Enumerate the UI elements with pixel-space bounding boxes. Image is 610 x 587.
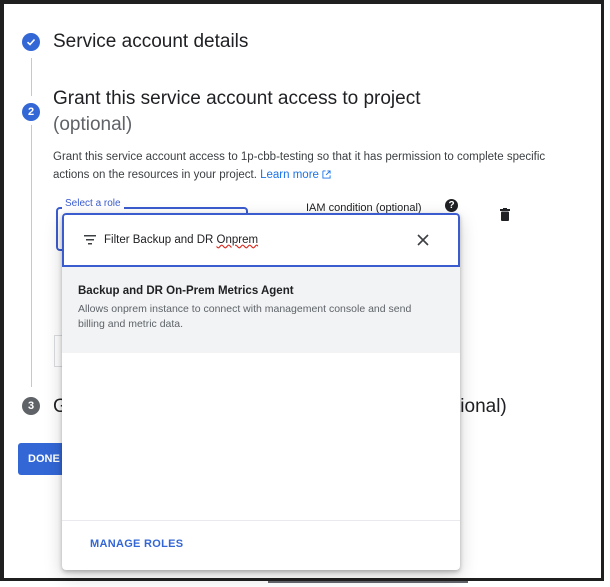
- grant-description: Grant this service account access to 1p-…: [53, 148, 553, 184]
- step-connector: [31, 58, 32, 96]
- help-icon[interactable]: ?: [445, 199, 458, 212]
- step-1-title[interactable]: Service account details: [53, 31, 248, 53]
- learn-more-link[interactable]: Learn more: [260, 169, 331, 181]
- step-connector: [31, 125, 32, 387]
- delete-icon[interactable]: [500, 208, 510, 221]
- close-icon[interactable]: [416, 233, 430, 247]
- role-option-title: Backup and DR On-Prem Metrics Agent: [78, 285, 294, 297]
- step-3-title-end: tional): [455, 396, 507, 417]
- role-filter-input[interactable]: Filter Backup and DR Onprem: [62, 213, 460, 267]
- manage-roles-button[interactable]: MANAGE ROLES: [90, 538, 183, 550]
- bottom-edge-bar: [268, 581, 468, 583]
- filter-prefix: Filter: [104, 234, 130, 246]
- step-2-title[interactable]: Grant this service account access to pro…: [53, 88, 421, 110]
- divider: [62, 520, 460, 521]
- external-link-icon: [322, 170, 331, 179]
- filter-icon: [84, 235, 96, 245]
- check-circle-icon: [22, 33, 40, 51]
- role-option-description: Allows onprem instance to connect with m…: [78, 303, 412, 330]
- step-3-number: 3: [22, 397, 40, 415]
- select-role-label: Select a role: [62, 198, 124, 209]
- step-2-number: 2: [22, 103, 40, 121]
- filter-query-misspelled: Onprem: [216, 234, 259, 246]
- filter-query: Backup and DR: [132, 234, 217, 246]
- filter-text: Filter Backup and DR Onprem: [104, 234, 258, 246]
- step-2-optional-label: (optional): [53, 114, 133, 135]
- role-dropdown: Filter Backup and DR Onprem Backup and D…: [62, 213, 460, 570]
- role-option[interactable]: Backup and DR On-Prem Metrics Agent Allo…: [62, 267, 460, 353]
